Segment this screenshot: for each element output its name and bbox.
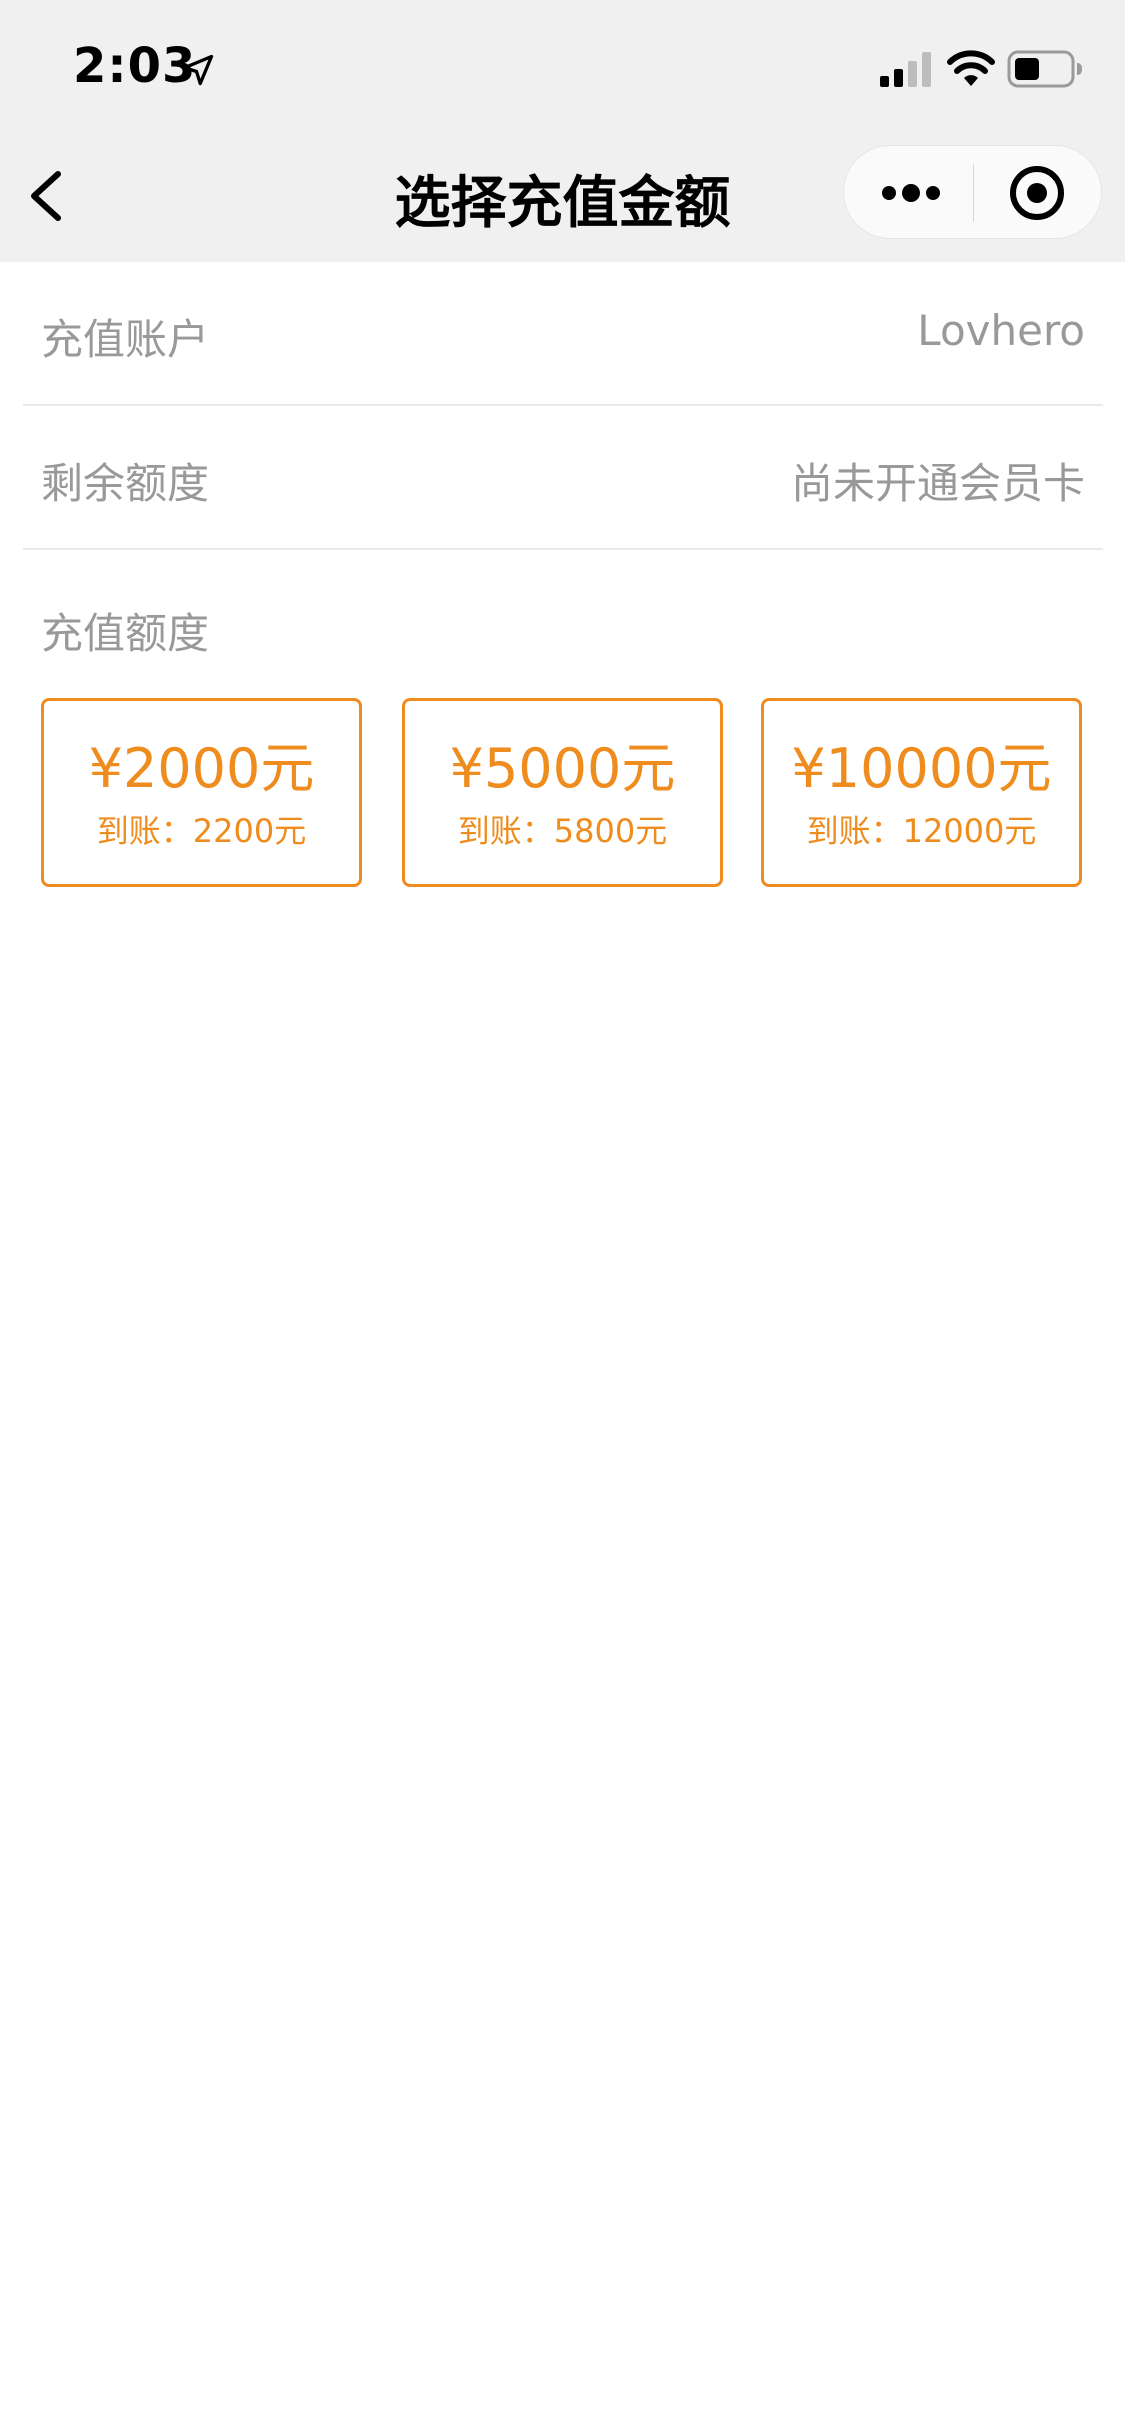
option-amount: ¥2000元 xyxy=(88,737,315,800)
top-bar: 2:03 选择充值金额 xyxy=(0,0,1125,262)
mini-program-capsule xyxy=(843,145,1102,239)
recharge-account-value: Lovhero xyxy=(917,306,1085,355)
recharge-option-5000[interactable]: ¥5000元 到账：5800元 xyxy=(402,698,723,887)
option-amount: ¥10000元 xyxy=(791,737,1052,800)
close-target-icon[interactable] xyxy=(1008,164,1066,222)
option-credit: 到账：5800元 xyxy=(457,812,668,850)
recharge-option-2000[interactable]: ¥2000元 到账：2200元 xyxy=(41,698,362,887)
recharge-option-10000[interactable]: ¥10000元 到账：12000元 xyxy=(761,698,1082,887)
location-arrow-icon xyxy=(182,54,214,86)
option-credit: 到账：2200元 xyxy=(96,812,307,850)
option-credit: 到账：12000元 xyxy=(806,812,1037,850)
recharge-amount-title: 充值额度 xyxy=(41,609,210,658)
recharge-options: ¥2000元 到账：2200元 ¥5000元 到账：5800元 ¥10000元 … xyxy=(41,698,1083,887)
recharge-account-label: 充值账户 xyxy=(41,315,210,364)
capsule-divider xyxy=(973,164,974,222)
remaining-quota-label: 剩余额度 xyxy=(41,459,210,508)
status-time: 2:03 xyxy=(73,38,197,94)
remaining-quota-row: 剩余额度 尚未开通会员卡 xyxy=(23,406,1103,550)
wifi-icon xyxy=(947,50,995,86)
option-amount: ¥5000元 xyxy=(449,737,676,800)
more-icon[interactable] xyxy=(880,178,942,208)
battery-icon xyxy=(1007,50,1082,88)
signal-icon xyxy=(880,52,931,87)
remaining-quota-value: 尚未开通会员卡 xyxy=(790,459,1085,508)
recharge-account-row: 充值账户 Lovhero xyxy=(23,262,1103,406)
